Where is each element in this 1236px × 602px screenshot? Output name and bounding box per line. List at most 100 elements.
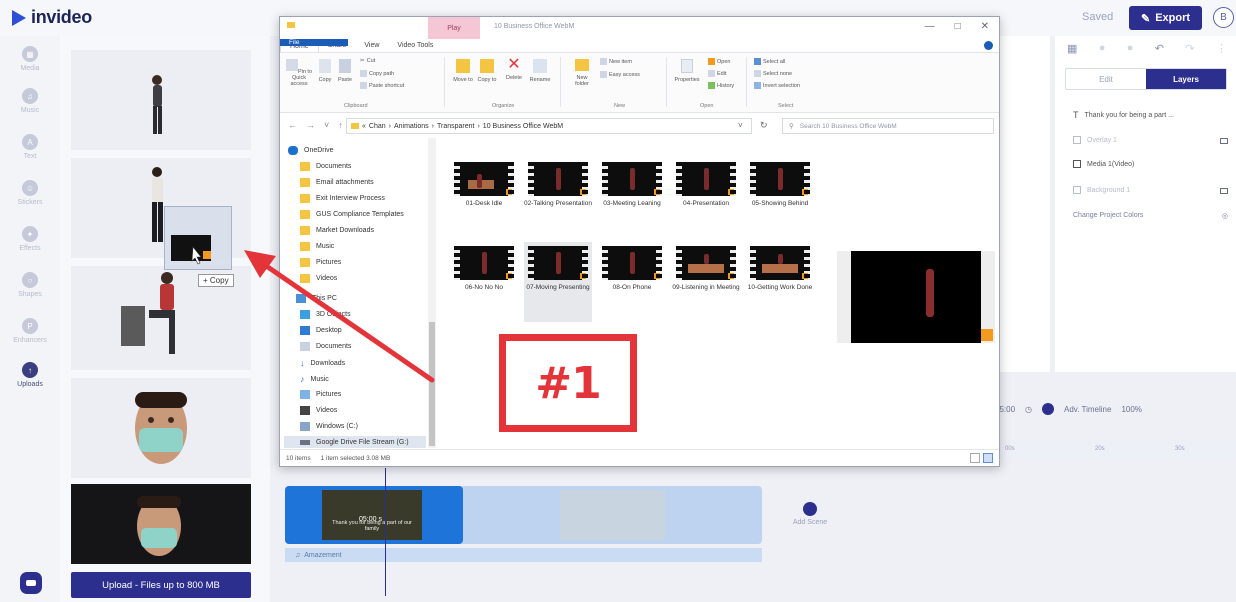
properties-button[interactable]: Properties: [672, 59, 702, 83]
maximize-icon[interactable]: □: [955, 21, 961, 32]
recent-dropdown-icon[interactable]: ˅: [324, 120, 329, 130]
select-none-button[interactable]: Select none: [754, 70, 792, 77]
file-item[interactable]: 10-Getting Work Done: [746, 242, 814, 291]
search-input[interactable]: ⚲ Search 10 Business Office WebM: [782, 118, 994, 134]
play-icon[interactable]: [1042, 403, 1055, 415]
rail-text[interactable]: A Text: [0, 134, 60, 160]
redo-icon[interactable]: ↷: [1185, 42, 1194, 56]
upload-button[interactable]: Upload - Files up to 800 MB: [71, 572, 251, 598]
file-item[interactable]: 01-Desk Idle: [450, 158, 518, 207]
layer-text[interactable]: T Thank you for being a part ...: [1073, 110, 1228, 120]
open-button[interactable]: Open: [708, 58, 730, 65]
file-item[interactable]: 02-Talking Presentation: [524, 158, 592, 207]
nav-gus-compliance[interactable]: GUS Compliance Templates: [300, 210, 404, 219]
avatar[interactable]: B: [1213, 7, 1234, 28]
rename-button[interactable]: Rename: [528, 59, 552, 83]
rail-uploads[interactable]: ↑ Uploads: [0, 362, 60, 388]
nav-pc-music[interactable]: ♪ Music: [300, 374, 329, 384]
tab-video-tools[interactable]: Video Tools: [388, 39, 442, 52]
copy-to-button[interactable]: Copy to: [476, 59, 498, 83]
new-item-button[interactable]: New item: [600, 58, 632, 65]
up-arrow-icon[interactable]: ↑: [338, 120, 343, 130]
nav-market-downloads[interactable]: Market Downloads: [300, 226, 374, 235]
nav-google-drive[interactable]: Google Drive File Stream (G:): [284, 436, 426, 448]
nav-3d-objects[interactable]: 3D Objects: [300, 310, 351, 319]
file-item[interactable]: 05-Showing Behind: [746, 158, 814, 207]
file-item[interactable]: 03-Meeting Leaning: [598, 158, 666, 207]
invideo-logo[interactable]: invideo: [12, 7, 92, 28]
forward-arrow-icon[interactable]: →: [306, 120, 315, 130]
clock-icon[interactable]: ◷: [1025, 405, 1032, 414]
delete-button[interactable]: ✕ Delete: [502, 57, 526, 82]
address-bar[interactable]: « Chan › Animations › Transparent › 10 B…: [346, 118, 752, 134]
layer-up-icon[interactable]: ●: [1099, 42, 1106, 56]
rail-stickers[interactable]: ☺ Stickers: [0, 180, 60, 206]
export-button[interactable]: ✎ Export: [1129, 6, 1202, 30]
file-item[interactable]: 04-Presentation: [672, 158, 740, 207]
breadcrumb-chan[interactable]: Chan: [369, 123, 386, 130]
lock-icon[interactable]: [1220, 188, 1228, 194]
media-tile-4[interactable]: [71, 378, 251, 478]
minimize-icon[interactable]: —: [925, 21, 935, 32]
nav-scrollbar-thumb[interactable]: [429, 322, 435, 446]
rail-enhancers[interactable]: P Enhancers: [0, 318, 60, 344]
move-to-button[interactable]: Move to: [452, 59, 474, 83]
nav-music[interactable]: Music: [300, 242, 334, 251]
scene-2-clip[interactable]: [560, 490, 665, 540]
nav-videos[interactable]: Videos: [300, 274, 337, 283]
paste-shortcut-button[interactable]: Paste shortcut: [360, 82, 404, 89]
nav-onedrive[interactable]: OneDrive: [288, 146, 334, 155]
zoom-level[interactable]: 100%: [1121, 405, 1141, 414]
nav-windows-c[interactable]: Windows (C:): [300, 422, 358, 431]
file-item[interactable]: 09-Listening in Meeting: [672, 242, 740, 291]
layer-media[interactable]: Media 1(Video): [1073, 160, 1228, 168]
refresh-icon[interactable]: ↻: [760, 120, 768, 131]
nav-pc-videos[interactable]: Videos: [300, 406, 337, 415]
tab-view[interactable]: View: [355, 39, 388, 52]
play-contextual-tab[interactable]: Play: [428, 17, 480, 39]
nav-downloads[interactable]: ↓ Downloads: [300, 358, 345, 368]
back-arrow-icon[interactable]: ←: [288, 120, 297, 130]
close-icon[interactable]: ✕: [981, 21, 989, 32]
pin-quick-access-button[interactable]: Pin to Quick access: [284, 59, 314, 87]
nav-exit-interview[interactable]: Exit Interview Process: [300, 194, 385, 203]
layer-overlay[interactable]: Overlay 1: [1073, 136, 1228, 144]
change-project-colors[interactable]: Change Project Colors ◎: [1073, 212, 1228, 220]
history-button[interactable]: History: [708, 82, 734, 89]
easy-access-button[interactable]: Easy access: [600, 71, 640, 78]
lock-icon[interactable]: [1220, 138, 1228, 144]
nav-desktop[interactable]: Desktop: [300, 326, 342, 335]
breadcrumb-current[interactable]: 10 Business Office WebM: [483, 123, 563, 130]
select-all-button[interactable]: Select all: [754, 58, 785, 65]
copy-path-button[interactable]: Copy path: [360, 70, 394, 77]
grid-icon[interactable]: ▦: [1067, 42, 1077, 56]
details-view-icon[interactable]: [970, 453, 980, 463]
cut-button[interactable]: ✂ Cut: [360, 58, 375, 64]
layer-down-icon[interactable]: ●: [1127, 42, 1134, 56]
add-scene-button[interactable]: Add Scene: [780, 502, 840, 526]
adv-timeline[interactable]: Adv. Timeline: [1064, 405, 1111, 414]
rail-media[interactable]: ▦ Media: [0, 46, 60, 72]
nav-email-attachments[interactable]: Email attachments: [300, 178, 374, 187]
nav-this-pc[interactable]: This PC: [296, 294, 337, 303]
file-item[interactable]: 08-On Phone: [598, 242, 666, 291]
audio-track[interactable]: ♫ Amazement: [285, 548, 762, 562]
nav-pc-pictures[interactable]: Pictures: [300, 390, 341, 399]
nav-pc-documents[interactable]: Documents: [300, 342, 351, 351]
media-tile-1[interactable]: [71, 50, 251, 150]
rail-shapes[interactable]: ○ Shapes: [0, 272, 60, 298]
scene-1-clip[interactable]: Thank you for being a part of our family…: [285, 486, 463, 544]
playhead[interactable]: [385, 468, 386, 596]
large-icons-view-icon[interactable]: [983, 453, 993, 463]
nav-pictures[interactable]: Pictures: [300, 258, 341, 267]
tab-layers[interactable]: Layers: [1146, 69, 1226, 89]
media-tile-5[interactable]: [71, 484, 251, 564]
copy-button[interactable]: Copy: [316, 59, 334, 83]
breadcrumb-animations[interactable]: Animations: [394, 123, 429, 130]
file-item-selected[interactable]: 07-Moving Presenting: [524, 242, 592, 322]
breadcrumb-transparent[interactable]: Transparent: [437, 123, 474, 130]
nav-documents[interactable]: Documents: [300, 162, 351, 171]
tab-file[interactable]: File: [280, 39, 348, 47]
more-icon[interactable]: ⋮: [1216, 42, 1227, 56]
edit-button[interactable]: Edit: [708, 70, 726, 77]
